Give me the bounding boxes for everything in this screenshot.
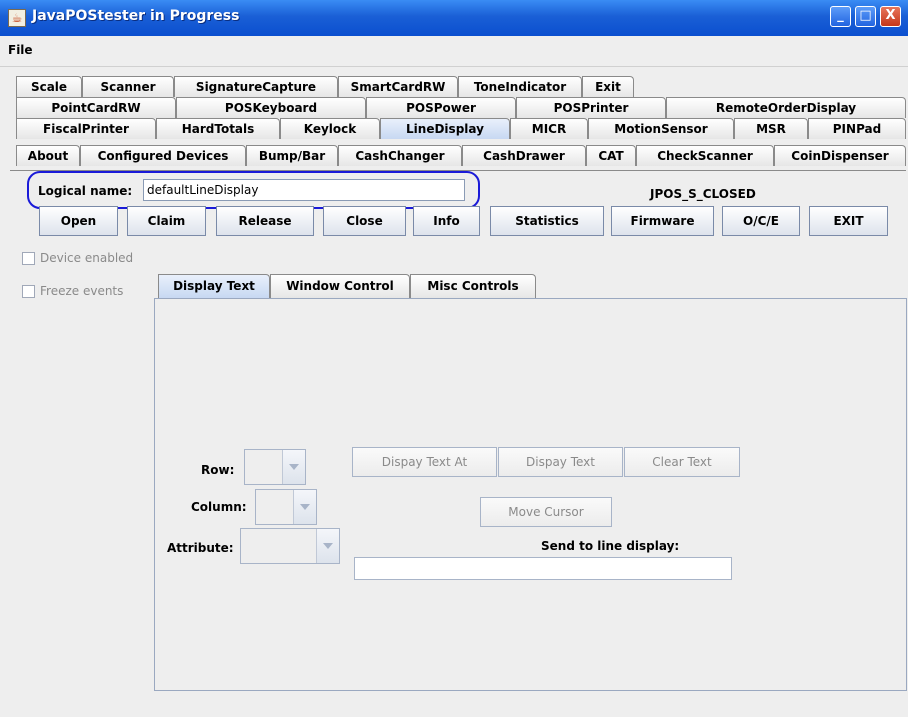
clear-text-button[interactable]: Clear Text — [624, 447, 740, 477]
tab-motionsensor[interactable]: MotionSensor — [588, 118, 734, 139]
tab-about[interactable]: About — [16, 145, 80, 166]
tab-cashchanger[interactable]: CashChanger — [338, 145, 462, 166]
tab-remoteorderdisplay[interactable]: RemoteOrderDisplay — [666, 97, 906, 118]
maximize-icon[interactable]: □ — [855, 6, 876, 27]
freeze-events-checkbox[interactable] — [22, 285, 35, 298]
column-label: Column: — [191, 500, 247, 514]
row-label: Row: — [201, 463, 235, 477]
tab-window-control[interactable]: Window Control — [270, 274, 410, 298]
tab-toneindicator[interactable]: ToneIndicator — [458, 76, 582, 97]
claim-button[interactable]: Claim — [127, 206, 206, 236]
display-text-button[interactable]: Dispay Text — [498, 447, 623, 477]
tab-posprinter[interactable]: POSPrinter — [516, 97, 666, 118]
tab-smartcardrw[interactable]: SmartCardRW — [338, 76, 458, 97]
send-to-line-display-label: Send to line display: — [541, 539, 680, 553]
tab-configured-devices[interactable]: Configured Devices — [80, 145, 246, 166]
firmware-button[interactable]: Firmware — [611, 206, 714, 236]
device-enabled-checkbox[interactable] — [22, 252, 35, 265]
tab-msr[interactable]: MSR — [734, 118, 808, 139]
logical-name-input[interactable]: defaultLineDisplay — [143, 179, 465, 201]
tab-pospower[interactable]: POSPower — [366, 97, 516, 118]
tab-checkscanner[interactable]: CheckScanner — [636, 145, 774, 166]
attribute-label: Attribute: — [167, 541, 234, 555]
minimize-icon[interactable]: _ — [830, 6, 851, 27]
chevron-down-icon[interactable] — [316, 529, 339, 563]
freeze-events-label: Freeze events — [40, 284, 124, 298]
tab-pointcardrw[interactable]: PointCardRW — [16, 97, 176, 118]
menu-file[interactable]: File — [8, 43, 33, 57]
tab-pinpad[interactable]: PINPad — [808, 118, 906, 139]
logical-name-label: Logical name: — [38, 184, 133, 198]
menu-bar: File — [0, 36, 908, 67]
java-cup-icon: ☕ — [8, 9, 26, 27]
move-cursor-button[interactable]: Move Cursor — [480, 497, 612, 527]
device-status: JPOS_S_CLOSED — [650, 187, 756, 201]
tab-exit[interactable]: Exit — [582, 76, 634, 97]
exit-button[interactable]: EXIT — [809, 206, 888, 236]
window-title: JavaPOStester in Progress — [32, 8, 240, 24]
open-button[interactable]: Open — [39, 206, 118, 236]
oce-button[interactable]: O/C/E — [722, 206, 800, 236]
tab-scale[interactable]: Scale — [16, 76, 82, 97]
tab-cat[interactable]: CAT — [586, 145, 636, 166]
tab-linedisplay[interactable]: LineDisplay — [380, 118, 510, 139]
tab-signaturecapture[interactable]: SignatureCapture — [174, 76, 338, 97]
info-button[interactable]: Info — [413, 206, 480, 236]
tab-poskeyboard[interactable]: POSKeyboard — [176, 97, 366, 118]
tab-cashdrawer[interactable]: CashDrawer — [462, 145, 586, 166]
tab-hardtotals[interactable]: HardTotals — [156, 118, 280, 139]
tab-bumpbar[interactable]: Bump/Bar — [246, 145, 338, 166]
close-icon[interactable]: X — [880, 6, 901, 27]
tab-display-text[interactable]: Display Text — [158, 274, 270, 298]
tab-coindispenser[interactable]: CoinDispenser — [774, 145, 906, 166]
close-button[interactable]: Close — [323, 206, 406, 236]
row-combo[interactable] — [244, 449, 306, 485]
device-enabled-label: Device enabled — [40, 251, 134, 265]
tab-keylock[interactable]: Keylock — [280, 118, 380, 139]
tab-fiscalprinter[interactable]: FiscalPrinter — [16, 118, 156, 139]
tab-micr[interactable]: MICR — [510, 118, 588, 139]
send-to-line-display-input[interactable] — [354, 557, 732, 580]
statistics-button[interactable]: Statistics — [490, 206, 604, 236]
title-bar[interactable]: ☕ JavaPOStester in Progress _ □ X — [0, 0, 908, 36]
chevron-down-icon[interactable] — [282, 450, 305, 484]
tab-scanner[interactable]: Scanner — [82, 76, 174, 97]
display-text-at-button[interactable]: Dispay Text At — [352, 447, 497, 477]
chevron-down-icon[interactable] — [293, 490, 316, 524]
column-combo[interactable] — [255, 489, 317, 525]
tab-misc-controls[interactable]: Misc Controls — [410, 274, 536, 298]
release-button[interactable]: Release — [216, 206, 314, 236]
attribute-combo[interactable] — [240, 528, 340, 564]
